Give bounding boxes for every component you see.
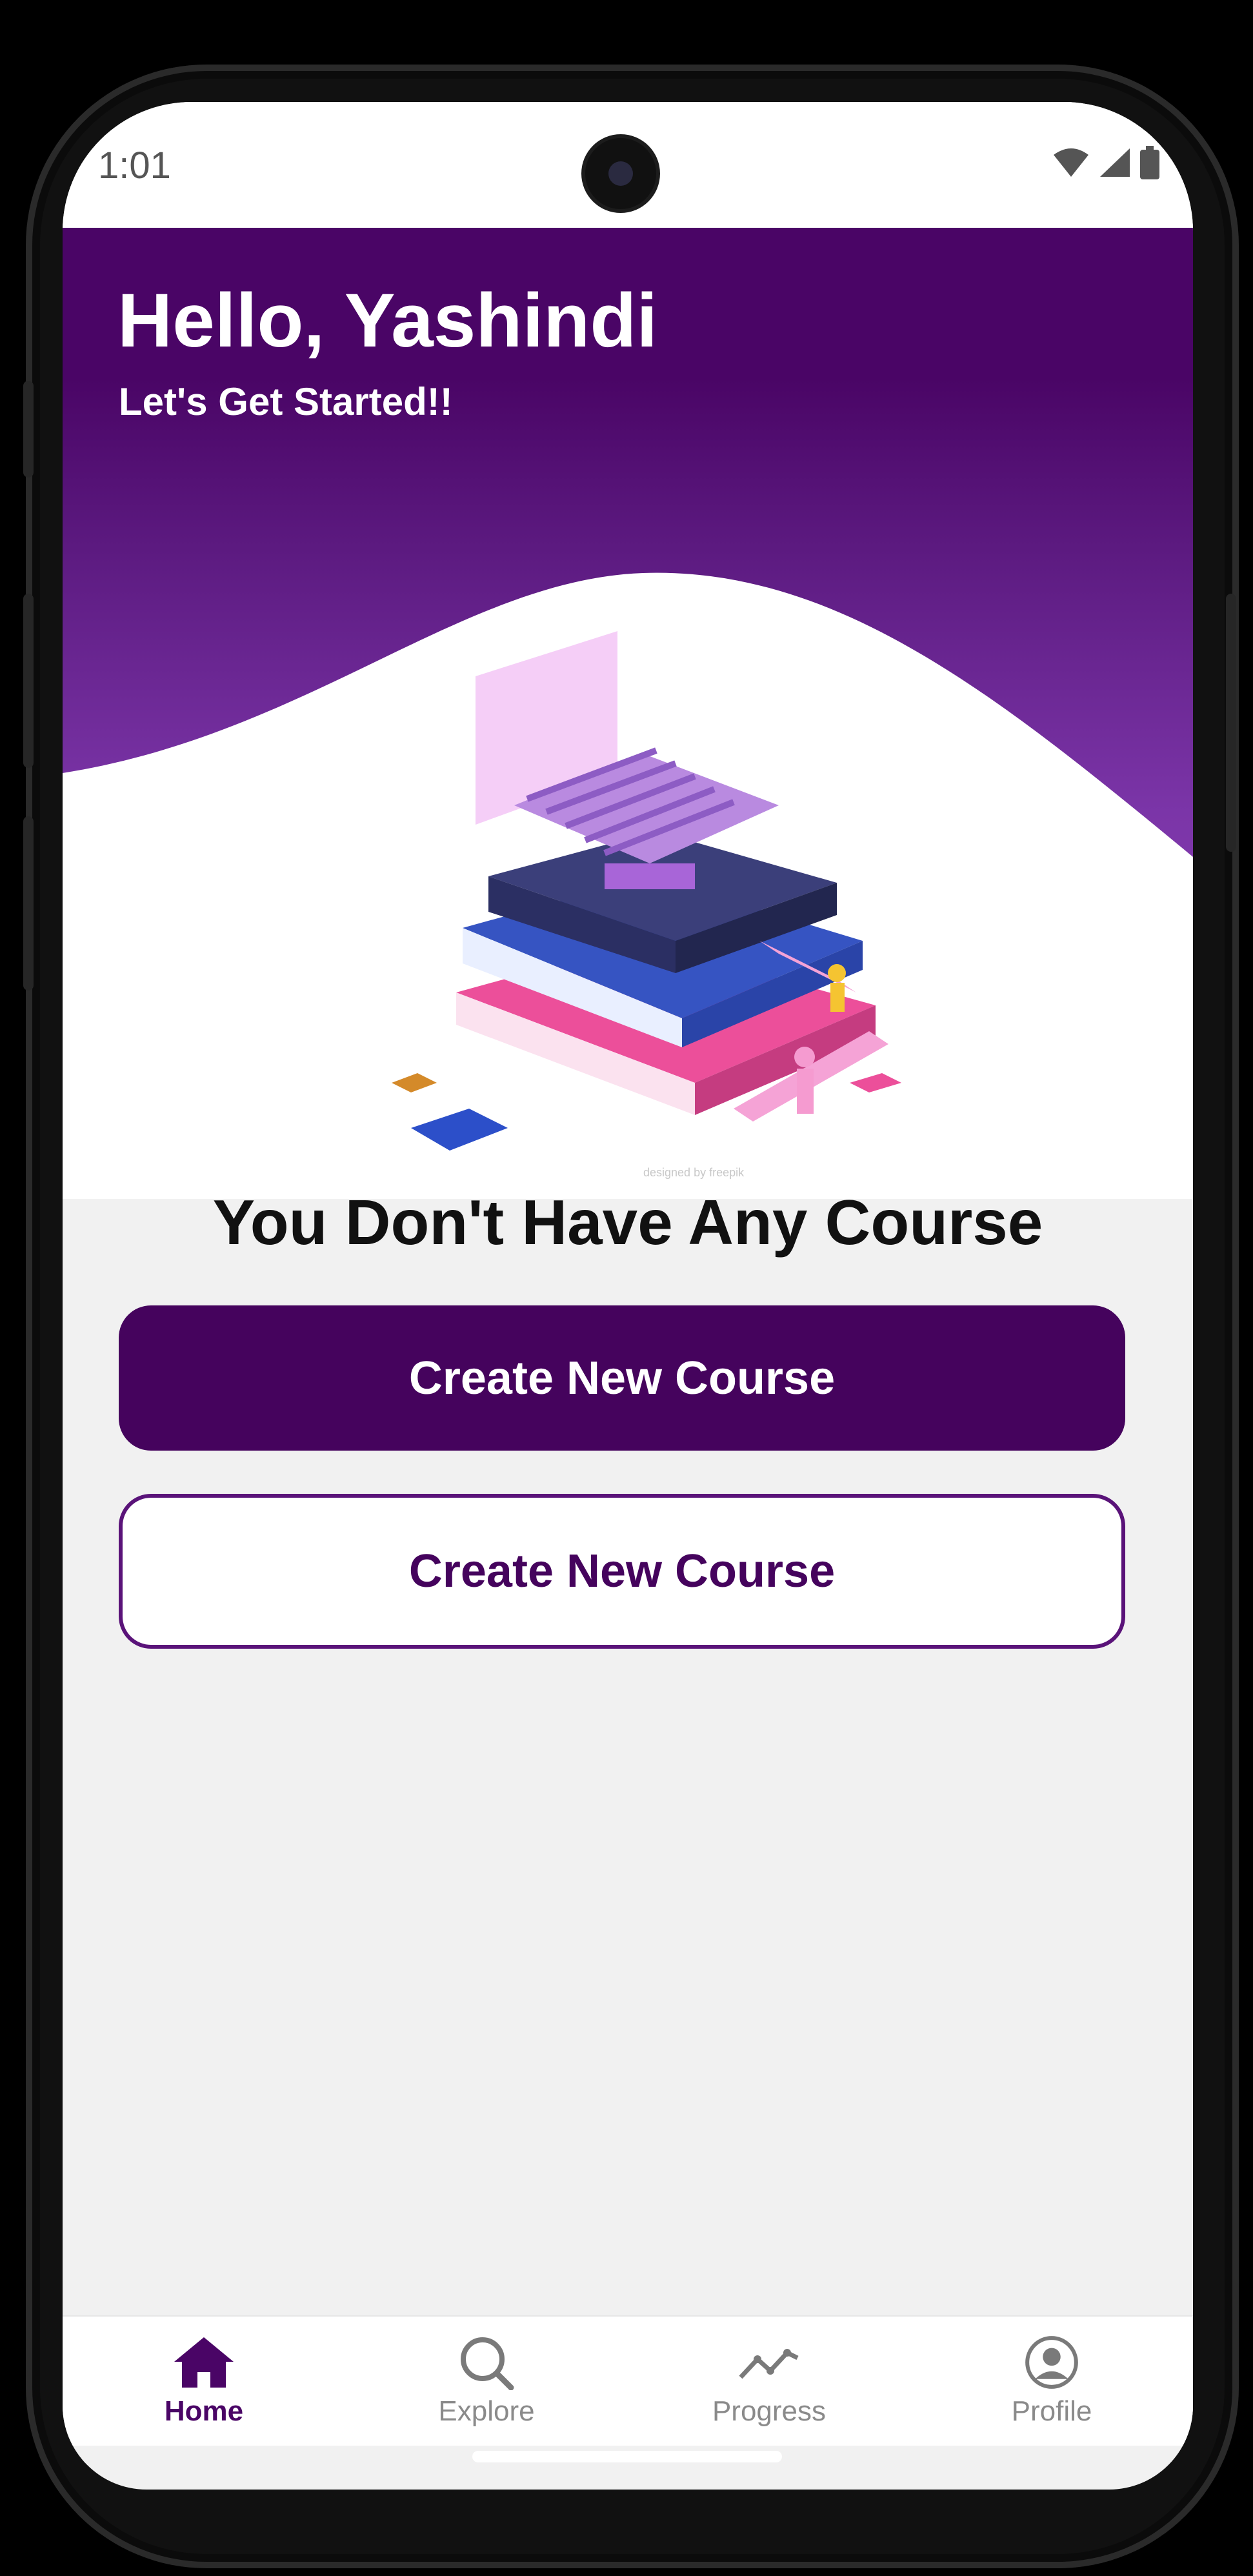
create-course-outline-button[interactable]: Create New Course xyxy=(119,1494,1125,1649)
battery-icon xyxy=(1140,146,1159,179)
search-icon xyxy=(461,2337,514,2390)
phone-volume-down xyxy=(23,816,34,991)
content-background xyxy=(63,1844,1193,2315)
signal-icon xyxy=(1100,148,1130,177)
phone-volume-up xyxy=(23,594,34,768)
create-course-button[interactable]: Create New Course xyxy=(119,1305,1125,1451)
nav-profile-label: Profile xyxy=(1011,2395,1092,2427)
illustration-credit: designed by freepik xyxy=(643,1166,745,1179)
nav-home[interactable]: Home xyxy=(63,2317,345,2446)
app-screen: 1:01 Hello, Yashindi Let's Get Started!! xyxy=(63,102,1193,2490)
greeting-subtitle: Let's Get Started!! xyxy=(119,380,453,423)
empty-state-title: You Don't Have Any Course xyxy=(212,1187,1043,1258)
phone-side-button xyxy=(23,381,34,478)
home-icon xyxy=(174,2337,234,2388)
nav-progress[interactable]: Progress xyxy=(628,2317,910,2446)
phone-power-button xyxy=(1226,594,1236,852)
nav-explore-label: Explore xyxy=(438,2395,535,2427)
wifi-icon xyxy=(1054,148,1088,177)
nav-profile[interactable]: Profile xyxy=(910,2317,1193,2446)
nav-explore[interactable]: Explore xyxy=(345,2317,628,2446)
status-icons xyxy=(1052,146,1159,179)
home-indicator[interactable] xyxy=(472,2451,782,2462)
course-illustration: designed by freepik xyxy=(392,631,901,1179)
status-bar: 1:01 xyxy=(63,102,1193,228)
nav-progress-label: Progress xyxy=(712,2395,827,2427)
bottom-nav: Home Explore Progress Profile xyxy=(63,2315,1193,2446)
status-time: 1:01 xyxy=(98,145,171,186)
progress-icon xyxy=(739,2349,799,2379)
profile-icon xyxy=(1025,2336,1078,2389)
greeting-title: Hello, Yashindi xyxy=(117,278,658,363)
front-camera xyxy=(585,138,656,209)
nav-home-label: Home xyxy=(164,2395,244,2427)
